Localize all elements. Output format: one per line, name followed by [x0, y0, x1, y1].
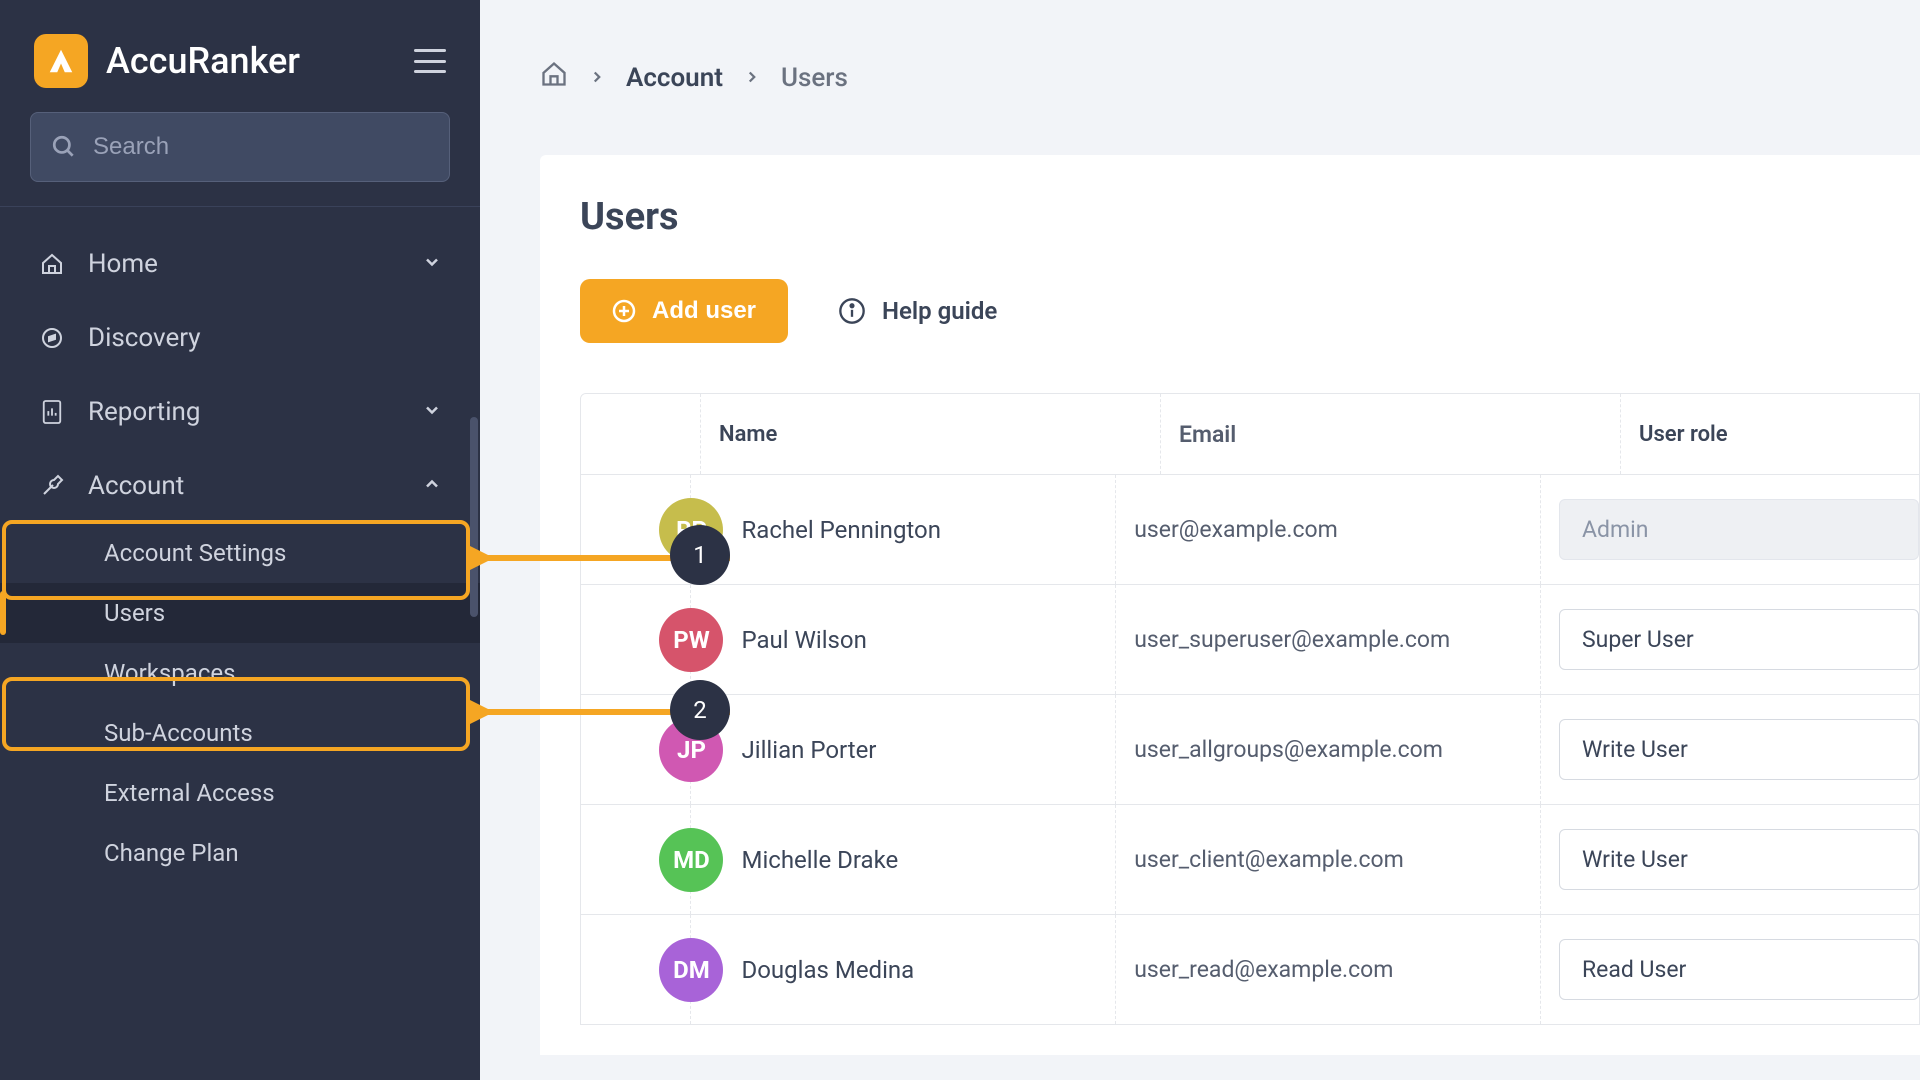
sidebar-item-label: Home	[88, 249, 158, 279]
sidebar-item-label: Account Settings	[104, 539, 286, 567]
actions-bar: Add user Help guide	[580, 279, 1920, 343]
user-role-select[interactable]: Super User	[1559, 609, 1919, 670]
user-email: user_read@example.com	[1134, 956, 1393, 983]
sidebar-item-change-plan[interactable]: Change Plan	[0, 823, 480, 883]
user-email: user_superuser@example.com	[1134, 626, 1450, 653]
user-role-select: Admin	[1559, 499, 1919, 560]
user-name: Rachel Pennington	[741, 516, 941, 544]
avatar: PW	[659, 608, 723, 672]
col-header-role: User role	[1639, 422, 1728, 447]
user-name: Douglas Medina	[741, 956, 914, 984]
sidebar-item-reporting[interactable]: Reporting	[0, 375, 480, 449]
table-row[interactable]: JP Jillian Porter user_allgroups@example…	[581, 694, 1919, 804]
user-email: user@example.com	[1134, 516, 1338, 543]
search-icon	[51, 134, 77, 160]
home-icon	[38, 252, 66, 276]
add-user-label: Add user	[652, 297, 756, 325]
sidebar-item-account-settings[interactable]: Account Settings	[0, 523, 480, 583]
brand-name: AccuRanker	[106, 40, 300, 82]
chevron-down-icon	[422, 249, 442, 279]
table-row[interactable]: DM Douglas Medina user_read@example.com …	[581, 914, 1919, 1024]
sidebar-item-workspaces[interactable]: Workspaces	[0, 643, 480, 703]
info-icon	[838, 297, 866, 325]
menu-toggle-icon[interactable]	[414, 49, 446, 73]
sidebar-item-label: Workspaces	[104, 659, 236, 687]
sidebar-item-label: Change Plan	[104, 839, 239, 867]
brand-logo-icon	[34, 34, 88, 88]
col-header-email: Email	[1179, 421, 1236, 448]
sidebar-item-discovery[interactable]: Discovery	[0, 301, 480, 375]
sidebar-item-label: Reporting	[88, 397, 200, 427]
chevron-down-icon	[422, 397, 442, 427]
sidebar-item-label: Discovery	[88, 323, 201, 353]
col-header-name: Name	[719, 422, 777, 447]
sidebar-nav: Home Discovery Reporting	[0, 207, 480, 903]
user-name: Jillian Porter	[741, 736, 876, 764]
table-row[interactable]: RP Rachel Pennington user@example.com Ad…	[581, 474, 1919, 584]
sidebar-item-sub-accounts[interactable]: Sub-Accounts	[0, 703, 480, 763]
help-guide-link[interactable]: Help guide	[838, 297, 997, 325]
sidebar-item-label: Account	[88, 471, 184, 501]
annotation-badge-2: 2	[670, 680, 730, 740]
annotation-badge-1: 1	[670, 525, 730, 585]
chevron-up-icon	[422, 471, 442, 501]
users-table: Name Email User role RP Rachel Penningto…	[580, 393, 1920, 1025]
user-role-select[interactable]: Read User	[1559, 939, 1919, 1000]
search-input[interactable]	[93, 133, 429, 161]
avatar: DM	[659, 938, 723, 1002]
user-name: Michelle Drake	[741, 846, 898, 874]
account-submenu: Account Settings Users Workspaces Sub-Ac…	[0, 523, 480, 883]
sidebar-item-home[interactable]: Home	[0, 227, 480, 301]
wrench-icon	[38, 474, 66, 498]
compass-icon	[38, 326, 66, 350]
home-icon[interactable]	[540, 60, 568, 95]
breadcrumb-account[interactable]: Account	[626, 63, 723, 93]
table-row[interactable]: PW Paul Wilson user_superuser@example.co…	[581, 584, 1919, 694]
sidebar-item-users[interactable]: Users	[0, 583, 480, 643]
plus-circle-icon	[612, 299, 636, 323]
sidebar-item-label: Users	[104, 599, 165, 627]
chevron-right-icon	[743, 63, 761, 93]
user-role-select[interactable]: Write User	[1559, 829, 1919, 890]
content-card: Users Add user Help guide Name Email Use…	[540, 155, 1920, 1055]
help-guide-label: Help guide	[882, 297, 997, 325]
table-header: Name Email User role	[581, 394, 1919, 474]
sidebar-item-label: External Access	[104, 779, 275, 807]
page-title: Users	[580, 195, 1920, 239]
sidebar-header: AccuRanker	[0, 0, 480, 112]
user-name: Paul Wilson	[741, 626, 866, 654]
user-email: user_client@example.com	[1134, 846, 1404, 873]
sidebar-item-account[interactable]: Account	[0, 449, 480, 523]
breadcrumb-users: Users	[781, 63, 848, 93]
report-icon	[38, 399, 66, 425]
avatar: MD	[659, 828, 723, 892]
user-role-select[interactable]: Write User	[1559, 719, 1919, 780]
sidebar: AccuRanker Home	[0, 0, 480, 1080]
search-box[interactable]	[30, 112, 450, 182]
add-user-button[interactable]: Add user	[580, 279, 788, 343]
user-email: user_allgroups@example.com	[1134, 736, 1443, 763]
breadcrumb: Account Users	[540, 60, 1920, 95]
sidebar-item-label: Sub-Accounts	[104, 719, 253, 747]
table-row[interactable]: MD Michelle Drake user_client@example.co…	[581, 804, 1919, 914]
chevron-right-icon	[588, 63, 606, 93]
sidebar-item-external-access[interactable]: External Access	[0, 763, 480, 823]
